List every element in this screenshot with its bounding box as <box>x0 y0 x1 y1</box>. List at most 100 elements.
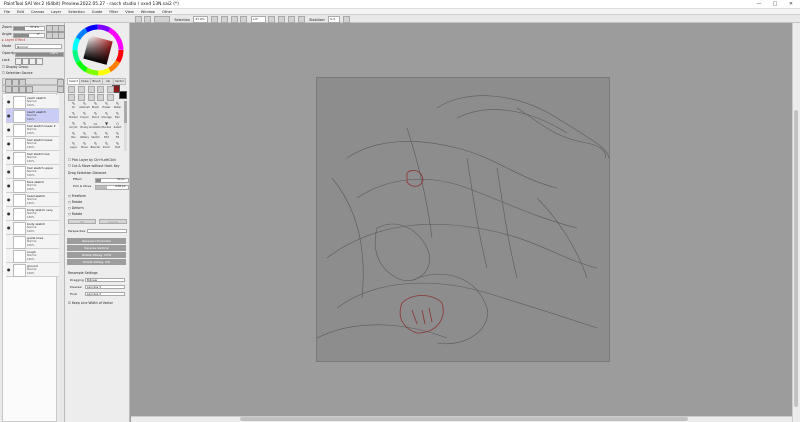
selection-pen-icon[interactable] <box>97 94 105 101</box>
freeform-radio[interactable]: ○ Freeform <box>68 194 86 198</box>
rotate-left-button[interactable] <box>268 16 276 23</box>
stabilizer-dropdown-button[interactable] <box>342 16 350 23</box>
eye-icon[interactable]: ● <box>7 183 11 188</box>
layer-item[interactable]: ● rasch sketch Normal 100% <box>6 95 59 109</box>
eye-icon[interactable]: ● <box>7 141 11 146</box>
rotate-cw-button[interactable]: Rotate 90deg. CW <box>67 259 126 265</box>
tool-select[interactable]: ◇ Select <box>111 121 124 131</box>
tool-blur[interactable]: ✎ Blur <box>111 111 124 121</box>
close-button[interactable]: ✕ <box>784 0 798 9</box>
zoom-reset-small-button[interactable] <box>58 25 65 32</box>
layer-item[interactable]: ● body sketch Normal 100% <box>6 221 59 235</box>
zoom-icon[interactable] <box>77 86 85 93</box>
layer-item[interactable]: ● face sketch Normal 100% <box>6 179 59 193</box>
angle-field[interactable]: +0° <box>250 16 266 23</box>
pick-layer-checkbox[interactable]: ☐ Pick Layer by Ctrl+LeftClick <box>68 158 116 162</box>
rotate-icon[interactable] <box>87 86 95 93</box>
tool-water[interactable]: ✎ Water <box>111 101 124 111</box>
menu-file[interactable]: File <box>4 9 10 15</box>
angle-reset-button[interactable] <box>58 32 65 39</box>
layer-item[interactable]: ● hair sketch upper Normal 100% <box>6 165 59 179</box>
color-wheel[interactable] <box>71 24 125 77</box>
perspective-select[interactable] <box>87 229 127 233</box>
tool-grid-scrollbar[interactable] <box>124 101 127 151</box>
lock-transparency-button[interactable] <box>15 58 22 65</box>
eye-icon[interactable]: ● <box>7 155 11 160</box>
maximize-button[interactable]: □ <box>768 0 782 9</box>
display-group-checkbox[interactable]: ☐ Display Group <box>2 65 28 69</box>
keep-line-width-checkbox[interactable]: ☑ Keep Line Width of Vector <box>68 301 113 305</box>
eye-icon[interactable]: ● <box>7 211 11 216</box>
reverse-vertical-button[interactable]: Reverse Vertical <box>67 245 126 251</box>
eye-icon[interactable]: ● <box>7 113 11 118</box>
selection-eraser-icon[interactable] <box>107 94 115 101</box>
deselect-button[interactable] <box>154 16 171 23</box>
rotate-radio[interactable]: ○ Rotate <box>68 200 82 204</box>
redo-button[interactable] <box>144 16 152 23</box>
layer-settings-button[interactable] <box>26 86 33 93</box>
zoom-slider[interactable] <box>13 26 45 31</box>
final-select[interactable]: Lanczos 3 <box>85 292 125 296</box>
vertical-scroll-thumb[interactable] <box>794 110 798 407</box>
eye-icon[interactable]: ● <box>7 267 11 272</box>
settings-icon[interactable] <box>353 17 358 22</box>
clear-layer-button[interactable] <box>19 86 26 93</box>
merge-down-button[interactable] <box>5 86 12 93</box>
scale-radio[interactable]: ○ Rotate <box>68 212 82 216</box>
move-icon[interactable] <box>68 86 75 93</box>
eyedropper-icon[interactable] <box>107 86 115 93</box>
horizontal-scroll-thumb[interactable] <box>240 417 688 421</box>
eye-icon[interactable]: ● <box>7 169 11 174</box>
cut-move-checkbox[interactable]: ☐ Cut & Move without Hold. Key <box>68 164 120 168</box>
lasso-icon[interactable] <box>77 94 85 101</box>
menu-edit[interactable]: Edit <box>17 9 24 15</box>
menu-guide[interactable]: Guide <box>92 9 103 15</box>
selection-source-checkbox[interactable]: ☐ Selection Source <box>2 71 33 75</box>
eye-icon[interactable]: ● <box>7 225 11 230</box>
dragging-select[interactable]: Bilinear <box>85 278 125 282</box>
rotate-ccw-button[interactable]: Rotate 90deg. CCW <box>67 252 126 258</box>
tool-text[interactable]: ✎ Text <box>111 141 124 151</box>
lock-pixels-button[interactable] <box>22 58 29 65</box>
menu-view[interactable]: View <box>125 9 134 15</box>
zoom-out-button[interactable] <box>211 16 219 23</box>
minimize-button[interactable]: — <box>752 0 766 9</box>
eye-icon[interactable]: ● <box>7 127 11 132</box>
deform-radio[interactable]: ○ Deform <box>68 206 84 210</box>
menu-canvas[interactable]: Canvas <box>31 9 44 15</box>
reverse-horizontal-button[interactable]: Reverse Horizontal <box>67 238 126 244</box>
stabilizer-select[interactable]: S-3 <box>328 16 341 23</box>
canvas-paper[interactable] <box>316 77 610 362</box>
mode-select[interactable]: Normal <box>15 44 62 49</box>
rotate-reset-button[interactable] <box>288 16 296 23</box>
layer-item[interactable]: ● body sketch very Normal 100% <box>6 207 59 221</box>
eye-icon[interactable]: ● <box>7 99 11 104</box>
layer-item[interactable]: guide lines Normal 100% <box>6 235 59 249</box>
layer-item[interactable]: ● hair sketch lower 2 Normal 100% <box>6 123 59 137</box>
magic-wand-icon[interactable] <box>87 94 95 101</box>
undo-button[interactable] <box>134 16 142 23</box>
flip-button[interactable] <box>297 16 305 23</box>
search-icon[interactable] <box>57 86 64 93</box>
layer-item[interactable]: ● ground Normal 100% <box>6 263 59 277</box>
zoom-in-button[interactable] <box>220 16 228 23</box>
ok-button[interactable]: OK <box>68 219 96 224</box>
zoom-reset-button[interactable] <box>240 16 248 23</box>
menu-other[interactable]: Other <box>162 9 172 15</box>
rotate-right-button[interactable] <box>278 16 286 23</box>
layer-item[interactable]: ● head sketch Normal 100% <box>6 193 59 207</box>
lock-position-button[interactable] <box>29 58 36 65</box>
menu-selection[interactable]: Selection <box>68 9 85 15</box>
zoom-fit-button[interactable] <box>230 16 238 23</box>
select-rect-icon[interactable] <box>68 94 75 101</box>
cancel-button[interactable]: Cancel <box>99 219 127 224</box>
tab-vector[interactable]: Vector <box>113 78 126 85</box>
lock-all-button[interactable] <box>36 58 43 65</box>
zoom-field[interactable]: 37.9% <box>193 16 209 23</box>
transfer-down-button[interactable] <box>12 86 19 93</box>
tool-fill[interactable]: ✎ Fill <box>111 131 124 141</box>
preview-select[interactable]: Lanczos 3 <box>85 285 125 289</box>
layer-item-selected[interactable]: ● rasch sketch Normal 100% <box>6 109 59 123</box>
eye-icon[interactable]: ● <box>7 197 11 202</box>
layer-item[interactable]: ● hair sketch low Normal 100% <box>6 151 59 165</box>
